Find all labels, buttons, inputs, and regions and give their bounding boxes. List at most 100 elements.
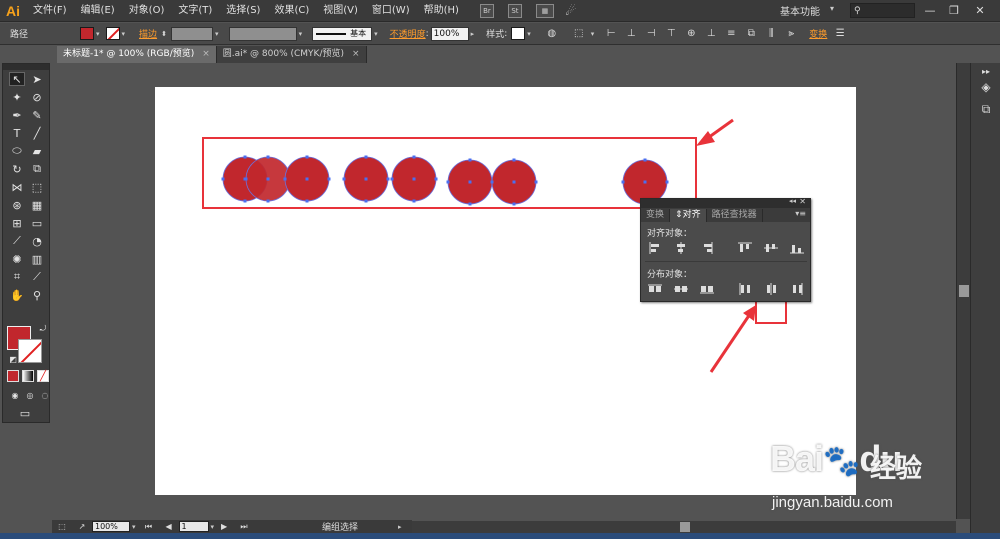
- anchor-point[interactable]: [386, 177, 390, 181]
- anchor-point[interactable]: [643, 158, 647, 162]
- anchor-point[interactable]: [283, 177, 287, 181]
- slice-tool-icon[interactable]: ⟋: [29, 270, 45, 284]
- anchor-point[interactable]: [490, 180, 494, 184]
- anchor-point[interactable]: [266, 155, 270, 159]
- horizontal-align-left-icon[interactable]: [647, 241, 663, 255]
- anchor-point[interactable]: [305, 177, 309, 181]
- artboard-nav-icon[interactable]: ⬚: [55, 520, 69, 534]
- anchor-point[interactable]: [434, 177, 438, 181]
- hand-tool-icon[interactable]: ✋: [9, 288, 25, 302]
- column-graph-tool-icon[interactable]: ▥: [29, 252, 45, 266]
- ellipse-tool-icon[interactable]: ⬭: [9, 144, 25, 158]
- anchor-point[interactable]: [266, 199, 270, 203]
- previous-artboard-icon[interactable]: ◀: [162, 520, 176, 534]
- anchor-point[interactable]: [412, 177, 416, 181]
- collapse-dock-icon[interactable]: ▸▸: [978, 67, 994, 76]
- vertical-scrollbar[interactable]: [956, 63, 970, 519]
- rotate-tool-icon[interactable]: ↻: [9, 162, 25, 176]
- anchor-point[interactable]: [221, 177, 225, 181]
- lasso-tool-icon[interactable]: ⊘: [29, 90, 45, 104]
- anchor-point[interactable]: [412, 199, 416, 203]
- anchor-point[interactable]: [621, 180, 625, 184]
- anchor-point[interactable]: [364, 199, 368, 203]
- curvature-tool-icon[interactable]: ✎: [29, 108, 45, 122]
- eyedropper-tool-icon[interactable]: ⟋: [9, 234, 25, 248]
- anchor-point[interactable]: [390, 177, 394, 181]
- artboard-tool-icon[interactable]: ⌗: [9, 270, 25, 284]
- zoom-level-input[interactable]: 100%: [92, 521, 130, 532]
- free-transform-tool-icon[interactable]: ⬚: [29, 180, 45, 194]
- anchor-point[interactable]: [468, 180, 472, 184]
- layers-icon[interactable]: ◈: [978, 79, 994, 95]
- scale-tool-icon[interactable]: ⧉: [29, 162, 45, 176]
- anchor-point[interactable]: [364, 177, 368, 181]
- horizontal-scrollbar[interactable]: [412, 521, 956, 533]
- draw-normal-icon[interactable]: ◉: [7, 388, 23, 402]
- first-artboard-icon[interactable]: ⏮: [142, 520, 156, 534]
- draw-behind-icon[interactable]: ◎: [22, 388, 38, 402]
- tab-align[interactable]: ⇕对齐: [670, 209, 707, 222]
- magic-wand-tool-icon[interactable]: ✦: [9, 90, 25, 104]
- next-artboard-icon[interactable]: ▶: [217, 520, 231, 534]
- anchor-point[interactable]: [643, 180, 647, 184]
- last-artboard-icon[interactable]: ⏭: [237, 520, 251, 534]
- screen-mode-icon[interactable]: ▭: [17, 406, 33, 420]
- vertical-align-bottom-icon[interactable]: [789, 241, 805, 255]
- anchor-point[interactable]: [243, 199, 247, 203]
- close-icon[interactable]: ✕: [799, 197, 806, 206]
- color-mode-icon[interactable]: [7, 370, 19, 382]
- gradient-mode-icon[interactable]: [22, 370, 34, 382]
- perspective-grid-tool-icon[interactable]: ▦: [29, 198, 45, 212]
- horizontal-distribute-left-icon[interactable]: [737, 282, 753, 296]
- anchor-point[interactable]: [468, 158, 472, 162]
- direct-selection-tool-icon[interactable]: ➤: [29, 72, 45, 86]
- tab-pathfinder[interactable]: 路径查找器: [707, 209, 763, 222]
- horizontal-scroll-thumb[interactable]: [680, 522, 690, 532]
- anchor-point[interactable]: [512, 202, 516, 206]
- align-panel-titlebar[interactable]: ◂◂ ✕: [641, 197, 810, 208]
- tools-panel-header[interactable]: [3, 64, 49, 70]
- horizontal-align-right-icon[interactable]: [699, 241, 715, 255]
- horizontal-distribute-center-icon[interactable]: [763, 282, 779, 296]
- horizontal-align-center-icon[interactable]: [673, 241, 689, 255]
- horizontal-distribute-right-icon[interactable]: [789, 282, 805, 296]
- type-tool-icon[interactable]: T: [9, 126, 25, 140]
- vertical-scroll-thumb[interactable]: [959, 285, 969, 297]
- chevron-down-icon[interactable]: ▾: [211, 523, 215, 531]
- vertical-align-center-icon[interactable]: [763, 241, 779, 255]
- blend-tool-icon[interactable]: ◔: [29, 234, 45, 248]
- mesh-tool-icon[interactable]: ⊞: [9, 216, 25, 230]
- default-fill-stroke-icon[interactable]: ◩: [5, 352, 21, 366]
- artboard-number-input[interactable]: 1: [178, 521, 209, 532]
- vertical-distribute-center-icon[interactable]: [673, 282, 689, 296]
- symbol-sprayer-tool-icon[interactable]: ✺: [9, 252, 25, 266]
- vertical-align-top-icon[interactable]: [737, 241, 753, 255]
- anchor-point[interactable]: [446, 180, 450, 184]
- stroke-color-swatch[interactable]: [18, 339, 42, 363]
- none-mode-icon[interactable]: ╱: [37, 370, 49, 382]
- selection-tool-icon[interactable]: ↖: [9, 72, 25, 86]
- anchor-point[interactable]: [412, 155, 416, 159]
- draw-inside-icon[interactable]: ◌: [37, 388, 53, 402]
- anchor-point[interactable]: [266, 177, 270, 181]
- anchor-point[interactable]: [327, 177, 331, 181]
- zoom-tool-icon[interactable]: ⚲: [29, 288, 45, 302]
- eraser-tool-icon[interactable]: ▰: [29, 144, 45, 158]
- vertical-distribute-top-icon[interactable]: [647, 282, 663, 296]
- chevron-down-icon[interactable]: ▾: [132, 523, 136, 531]
- pen-tool-icon[interactable]: ✒: [9, 108, 25, 122]
- swap-fill-stroke-icon[interactable]: ⤾: [35, 322, 51, 336]
- anchor-point[interactable]: [468, 202, 472, 206]
- width-tool-icon[interactable]: ⋈: [9, 180, 25, 194]
- tab-transform[interactable]: 变换: [641, 209, 671, 222]
- anchor-point[interactable]: [342, 177, 346, 181]
- anchor-point[interactable]: [534, 180, 538, 184]
- anchor-point[interactable]: [512, 158, 516, 162]
- anchor-point[interactable]: [665, 180, 669, 184]
- anchor-point[interactable]: [512, 180, 516, 184]
- share-icon[interactable]: ↗: [75, 520, 89, 534]
- gradient-tool-icon[interactable]: ▭: [29, 216, 45, 230]
- anchor-point[interactable]: [305, 199, 309, 203]
- panel-menu-icon[interactable]: ▾≡: [795, 209, 806, 218]
- anchor-point[interactable]: [364, 155, 368, 159]
